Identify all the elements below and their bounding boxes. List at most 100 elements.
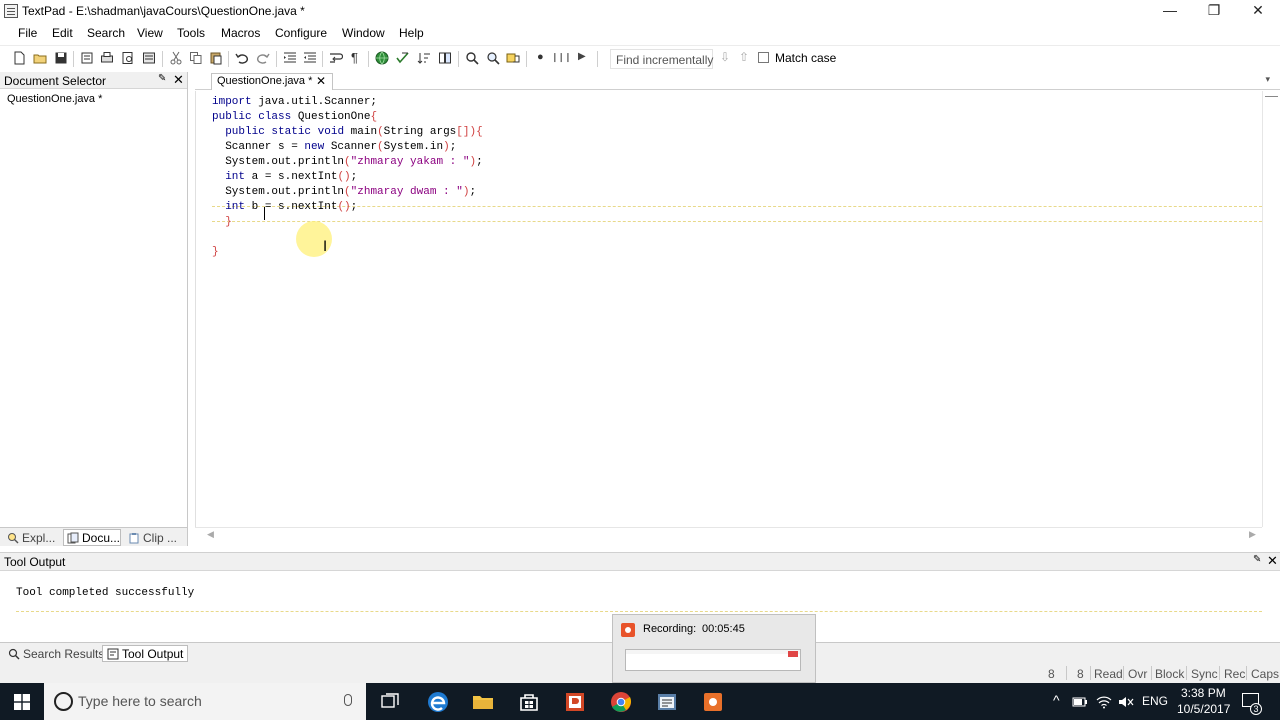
- window-title: TextPad - E:\shadman\javaCours\QuestionO…: [22, 4, 305, 18]
- code-line[interactable]: public class QuestionOne{: [212, 110, 377, 125]
- powerpoint-icon[interactable]: [562, 689, 588, 715]
- unindent-icon[interactable]: [303, 51, 317, 65]
- save-icon[interactable]: [54, 51, 68, 65]
- status-overwrite[interactable]: Ovr: [1128, 667, 1147, 681]
- undo-icon[interactable]: [235, 51, 249, 65]
- spell-check-icon[interactable]: [396, 51, 410, 65]
- chrome-icon[interactable]: [608, 689, 634, 715]
- clock-date[interactable]: 10/5/2017: [1177, 702, 1230, 716]
- restore-button[interactable]: ❐: [1192, 0, 1236, 22]
- horizontal-scrollbar[interactable]: ◀ ▶: [195, 527, 1262, 541]
- tab-explorer[interactable]: Expl...: [3, 529, 56, 546]
- visible-spaces-icon[interactable]: ¶: [351, 50, 358, 65]
- status-record[interactable]: Rec: [1224, 667, 1245, 681]
- close-button[interactable]: ✕: [1236, 0, 1280, 22]
- menu-help[interactable]: Help: [399, 26, 424, 40]
- microphone-icon[interactable]: [344, 694, 352, 706]
- copy-icon[interactable]: [189, 51, 203, 65]
- menu-view[interactable]: View: [137, 26, 163, 40]
- wifi-icon[interactable]: [1096, 695, 1112, 709]
- status-read[interactable]: Read: [1094, 667, 1123, 681]
- code-line[interactable]: System.out.println("zhmaray dwam : ");: [212, 185, 476, 200]
- find-next-down-icon[interactable]: ⇩: [720, 50, 730, 64]
- document-selector-close-button[interactable]: ✕: [173, 72, 184, 88]
- menu-window[interactable]: Window: [342, 26, 385, 40]
- status-block[interactable]: Block: [1155, 667, 1184, 681]
- code-line[interactable]: int a = s.nextInt();: [212, 170, 357, 185]
- volume-muted-icon[interactable]: [1118, 695, 1134, 709]
- find-incrementally-input[interactable]: Find incrementally: [610, 49, 713, 69]
- code-line[interactable]: }: [212, 245, 219, 260]
- save-all-icon[interactable]: [80, 51, 94, 65]
- edge-browser-icon[interactable]: [425, 689, 451, 715]
- record-macro-icon[interactable]: ●: [537, 51, 544, 63]
- code-line[interactable]: public static void main(String args[]){: [212, 125, 483, 140]
- tab-clip-library[interactable]: Clip ...: [124, 529, 178, 546]
- sort-icon[interactable]: [417, 51, 431, 65]
- tab-list-dropdown-icon[interactable]: ▾: [1265, 74, 1270, 85]
- clock-time[interactable]: 3:38 PM: [1181, 686, 1226, 700]
- word-wrap-icon[interactable]: [329, 51, 343, 65]
- code-line[interactable]: Scanner s = new Scanner(System.in);: [212, 140, 456, 155]
- paste-icon[interactable]: [209, 51, 223, 65]
- taskbar-search-box[interactable]: Type here to search: [44, 683, 366, 720]
- menu-tools[interactable]: Tools: [177, 26, 205, 40]
- manage-files-icon[interactable]: [142, 51, 156, 65]
- find-previous-up-icon[interactable]: ⇧: [739, 50, 749, 64]
- documents-icon: [67, 532, 79, 544]
- pause-macro-icon[interactable]: ❙❙❙: [551, 52, 572, 63]
- compare-files-icon[interactable]: [438, 51, 452, 65]
- scroll-left-icon[interactable]: ◀: [207, 529, 214, 540]
- code-line[interactable]: int b = s.nextInt();: [212, 200, 357, 215]
- cortana-icon: [54, 692, 73, 711]
- menu-configure[interactable]: Configure: [275, 26, 327, 40]
- screen-recorder-icon[interactable]: [700, 689, 726, 715]
- pin-icon[interactable]: ✎: [1253, 554, 1261, 565]
- code-line[interactable]: import java.util.Scanner;: [212, 95, 377, 110]
- tab-questionone-java[interactable]: QuestionOne.java * ✕: [211, 73, 333, 90]
- match-case-checkbox[interactable]: [758, 52, 769, 63]
- find-in-files-icon[interactable]: [486, 51, 500, 65]
- print-preview-icon[interactable]: [121, 51, 135, 65]
- document-list-item[interactable]: QuestionOne.java *: [7, 93, 102, 105]
- minimize-button[interactable]: —: [1148, 0, 1192, 22]
- store-icon[interactable]: [516, 689, 542, 715]
- menu-macros[interactable]: Macros: [221, 26, 260, 40]
- print-icon[interactable]: [100, 51, 114, 65]
- tool-output-close-button[interactable]: ✕: [1267, 553, 1278, 569]
- new-file-icon[interactable]: [12, 51, 26, 65]
- cut-icon[interactable]: [169, 51, 183, 65]
- toolbar: ¶ ● ❙❙❙ ▶ Find incrementally ⇩ ⇧ Match c…: [0, 45, 1280, 71]
- battery-power-icon[interactable]: [1072, 695, 1088, 709]
- indent-icon[interactable]: [283, 51, 297, 65]
- textpad-taskbar-icon[interactable]: [654, 689, 680, 715]
- menu-file[interactable]: File: [18, 26, 37, 40]
- code-editor[interactable]: import java.util.Scanner; public class Q…: [195, 91, 1262, 527]
- menu-edit[interactable]: Edit: [52, 26, 73, 40]
- task-view-icon[interactable]: [377, 689, 403, 715]
- open-folder-icon[interactable]: [33, 51, 47, 65]
- recording-popup[interactable]: Recording: 00:05:45: [612, 614, 816, 683]
- code-line[interactable]: System.out.println("zhmaray yakam : ");: [212, 155, 483, 170]
- status-caps[interactable]: Caps: [1251, 667, 1279, 681]
- find-icon[interactable]: [465, 51, 479, 65]
- show-hidden-icons-chevron-icon[interactable]: ^: [1053, 692, 1060, 708]
- tab-tool-output[interactable]: Tool Output: [102, 645, 189, 662]
- play-macro-icon[interactable]: ▶: [578, 51, 586, 62]
- close-tab-icon[interactable]: ✕: [316, 74, 326, 88]
- redo-icon[interactable]: [256, 51, 270, 65]
- textpad-app-icon[interactable]: [4, 4, 18, 18]
- code-line[interactable]: }: [212, 215, 232, 230]
- replace-icon[interactable]: [506, 51, 520, 65]
- tab-documents[interactable]: Docu...: [63, 529, 122, 546]
- status-sync[interactable]: Sync: [1191, 667, 1218, 681]
- start-button[interactable]: [0, 683, 44, 720]
- tab-search-results[interactable]: Search Results: [3, 645, 109, 662]
- file-explorer-icon[interactable]: [470, 689, 496, 715]
- scroll-right-icon[interactable]: ▶: [1249, 529, 1256, 540]
- web-browser-icon[interactable]: [375, 51, 389, 65]
- menu-search[interactable]: Search: [87, 26, 125, 40]
- pin-icon[interactable]: ✎: [158, 73, 166, 84]
- input-language[interactable]: ENG: [1142, 694, 1168, 708]
- vertical-scrollbar[interactable]: [1262, 91, 1280, 527]
